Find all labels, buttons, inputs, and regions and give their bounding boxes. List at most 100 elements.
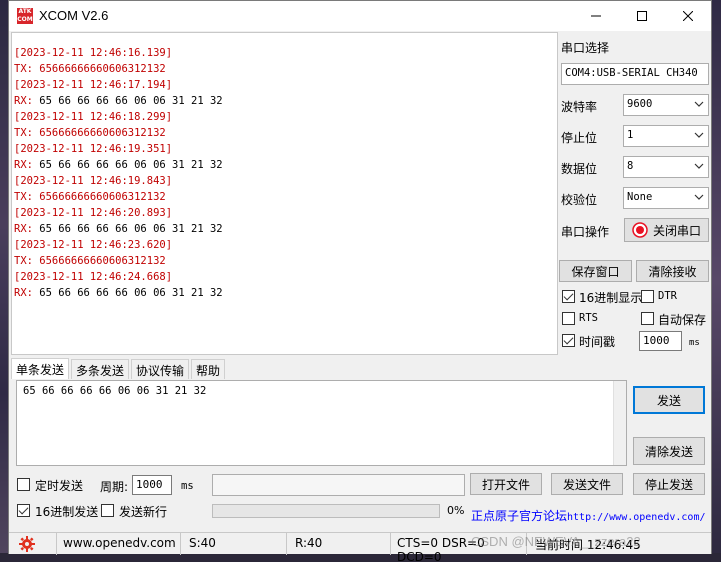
timestamp-interval-input[interactable]: 1000 (639, 331, 682, 351)
open-file-button[interactable]: 打开文件 (470, 473, 542, 495)
receive-line-time: [2023-12-11 12:46:19.351] (14, 143, 173, 155)
receive-line-rx: RX: 65 66 66 66 66 06 06 31 21 32 (14, 157, 557, 173)
forum-link[interactable]: 正点原子官方论坛http://www.openedv.com/ (471, 507, 706, 524)
close-port-label: 关闭串口 (652, 223, 701, 238)
window-title: XCOM V2.6 (39, 8, 109, 23)
rts-checkbox[interactable] (562, 312, 575, 325)
receive-line-time: [2023-12-11 12:46:20.893] (14, 207, 173, 219)
settings-cell[interactable] (9, 533, 57, 555)
forum-link-url: http://www.openedv.com/ (567, 512, 706, 523)
receive-line-rx: RX: 65 66 66 66 66 06 06 31 21 32 (14, 285, 557, 301)
timestamp-unit-label: ms (689, 338, 700, 348)
hex-display-checkbox[interactable] (562, 290, 575, 303)
data-bits-select[interactable]: 8 (623, 156, 709, 178)
hex-send-label: 16进制发送 (35, 505, 99, 519)
port-select-label: 串口选择 (561, 41, 610, 55)
tab-single-send[interactable]: 单条发送 (11, 358, 70, 379)
desktop-background-right (712, 0, 721, 562)
tab-multi-send[interactable]: 多条发送 (71, 359, 130, 379)
maximize-icon (637, 11, 647, 21)
xcom-window: ATK COM XCOM V2.6 [2023-12-11 12:46:16.13… (8, 0, 712, 562)
stop-send-button[interactable]: 停止发送 (633, 473, 705, 495)
data-bits-value: 8 (627, 160, 634, 172)
timestamp-checkbox[interactable] (562, 334, 575, 347)
chevron-down-icon (694, 163, 704, 169)
receive-textbox[interactable]: [2023-12-11 12:46:16.139] TX: 65666666660… (11, 32, 558, 355)
receive-line-rx: RX: 65 66 66 66 66 06 06 31 21 32 (14, 221, 557, 237)
period-unit-label: ms (181, 480, 194, 492)
hex-send-checkbox[interactable] (17, 504, 30, 517)
period-label: 周期: (100, 480, 129, 494)
rts-label: RTS (579, 312, 598, 324)
parity-label: 校验位 (561, 193, 598, 207)
timed-send-checkbox[interactable] (17, 478, 30, 491)
hex-display-label: 16进制显示 (579, 291, 643, 305)
send-button[interactable]: 发送 (633, 386, 705, 414)
send-newline-label: 发送新行 (119, 505, 168, 519)
receive-line-time: [2023-12-11 12:46:23.620] (14, 239, 173, 251)
period-input[interactable]: 1000 (132, 475, 172, 495)
rx-prefix: RX: (14, 95, 33, 107)
receive-line-tx: TX: 65666666660606312132 (14, 63, 166, 75)
status-url[interactable]: www.openedv.com (57, 533, 181, 555)
port-select-value: COM4:USB-SERIAL CH340 (565, 67, 698, 79)
close-window-button[interactable] (665, 1, 711, 31)
forum-link-text: 正点原子官方论坛 (471, 509, 568, 523)
chevron-down-icon (694, 132, 704, 138)
rx-data: 65 66 66 66 66 06 06 31 21 32 (32, 159, 223, 171)
receive-line-time: [2023-12-11 12:46:16.139] (14, 47, 173, 59)
baud-rate-select[interactable]: 9600 (623, 94, 709, 116)
record-icon (632, 222, 648, 238)
rx-prefix: RX: (14, 223, 33, 235)
chevron-down-icon (694, 194, 704, 200)
tab-protocol[interactable]: 协议传输 (131, 359, 190, 379)
receive-line-rx: RX: 65 66 66 66 66 06 06 31 21 32 (14, 93, 557, 109)
parity-select[interactable]: None (623, 187, 709, 209)
receive-line-tx: TX: 65666666660606312132 (14, 255, 166, 267)
receive-line-time: [2023-12-11 12:46:24.668] (14, 271, 173, 283)
port-operation-label: 串口操作 (561, 225, 610, 239)
minimize-icon (591, 15, 601, 17)
stop-bits-label: 停止位 (561, 131, 598, 145)
receive-line-time: [2023-12-11 12:46:19.843] (14, 175, 173, 187)
stop-bits-select[interactable]: 1 (623, 125, 709, 147)
clear-receive-button[interactable]: 清除接收 (636, 260, 709, 282)
send-scrollbar[interactable] (613, 381, 626, 465)
timestamp-label: 时间戳 (579, 335, 616, 349)
receive-line-tx: TX: 65666666660606312132 (14, 127, 166, 139)
data-bits-label: 数据位 (561, 162, 598, 176)
dtr-label: DTR (658, 290, 677, 302)
dtr-checkbox[interactable] (641, 290, 654, 303)
send-file-button[interactable]: 发送文件 (551, 473, 623, 495)
receive-line-time: [2023-12-11 12:46:17.194] (14, 79, 173, 91)
close-icon (683, 11, 693, 21)
save-window-button[interactable]: 保存窗口 (559, 260, 632, 282)
app-logo-icon: ATK COM (17, 8, 33, 24)
title-bar[interactable]: ATK COM XCOM V2.6 (9, 1, 711, 31)
auto-save-label: 自动保存 (658, 313, 707, 327)
port-select[interactable]: COM4:USB-SERIAL CH340 (561, 63, 709, 85)
minimize-button[interactable] (573, 1, 619, 31)
send-textbox[interactable]: 65 66 66 66 66 06 06 31 21 32 (16, 380, 627, 466)
csdn-watermark: CSDN @NEWEVA__zzera22 (471, 534, 641, 549)
maximize-button[interactable] (619, 1, 665, 31)
rx-data: 65 66 66 66 66 06 06 31 21 32 (32, 223, 223, 235)
rx-data: 65 66 66 66 66 06 06 31 21 32 (32, 287, 223, 299)
status-sent-count: S:40 (181, 533, 287, 555)
timed-send-label: 定时发送 (35, 479, 84, 493)
stop-bits-value: 1 (627, 129, 634, 141)
auto-save-checkbox[interactable] (641, 312, 654, 325)
rx-data: 65 66 66 66 66 06 06 31 21 32 (32, 95, 223, 107)
send-newline-checkbox[interactable] (101, 504, 114, 517)
tab-help[interactable]: 帮助 (191, 359, 226, 379)
rx-prefix: RX: (14, 159, 33, 171)
clear-send-button[interactable]: 清除发送 (633, 437, 705, 465)
desktop-background-left (0, 0, 8, 562)
close-port-button[interactable]: 关闭串口 (624, 218, 709, 242)
gear-icon[interactable] (19, 536, 35, 552)
receive-line-time: [2023-12-11 12:46:18.299] (14, 111, 173, 123)
status-recv-count: R:40 (287, 533, 391, 555)
file-path-field[interactable] (212, 474, 465, 496)
send-progress-percent: 0% (447, 504, 465, 517)
chevron-down-icon (694, 101, 704, 107)
